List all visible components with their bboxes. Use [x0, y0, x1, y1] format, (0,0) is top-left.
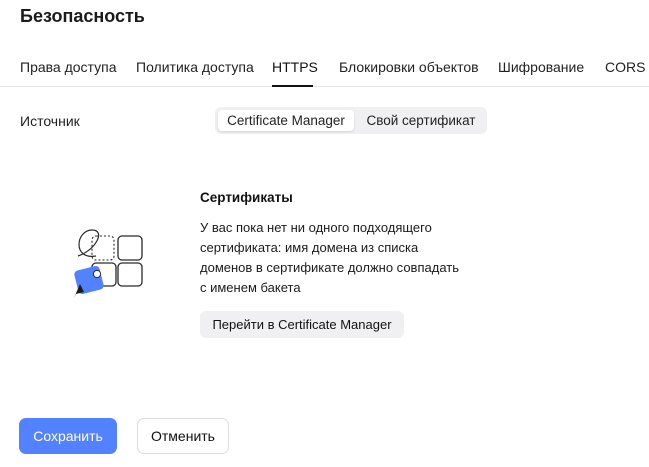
empty-state-description-line: У вас пока нет ни одного подходящего [200, 220, 432, 235]
tab-cors[interactable]: CORS [605, 59, 645, 75]
save-button[interactable]: Сохранить [19, 418, 117, 454]
source-segmented-control: Certificate Manager Свой сертификат [215, 107, 487, 134]
tab-encryption[interactable]: Шифрование [498, 59, 584, 75]
page-title: Безопасность [20, 6, 145, 26]
cancel-button[interactable]: Отменить [137, 418, 229, 454]
certificate-illustration-icon [66, 226, 150, 302]
tab-https[interactable]: HTTPS [272, 59, 318, 75]
source-option-certificate-manager[interactable]: Certificate Manager [218, 110, 354, 131]
go-to-certificate-manager-button[interactable]: Перейти в Certificate Manager [200, 311, 404, 338]
empty-state-title: Сертификаты [200, 190, 293, 205]
empty-state-description-line: доменов в сертификате должно совпадать [200, 260, 459, 275]
tab-access-rights[interactable]: Права доступа [20, 59, 116, 75]
empty-state-description-line: сертификата: имя домена из списка [200, 240, 419, 255]
active-tab-indicator [272, 85, 313, 87]
tab-object-lock[interactable]: Блокировки объектов [339, 59, 479, 75]
tab-access-policy[interactable]: Политика доступа [136, 59, 254, 75]
source-option-own-certificate[interactable]: Свой сертификат [358, 110, 484, 131]
tabs-bar: Права доступа Политика доступа HTTPS Бло… [0, 51, 649, 87]
source-label: Источник [20, 113, 80, 129]
empty-state-description-line: с именем бакета [200, 280, 301, 295]
empty-state-description: У вас пока нет ни одного подходящего сер… [200, 218, 490, 298]
